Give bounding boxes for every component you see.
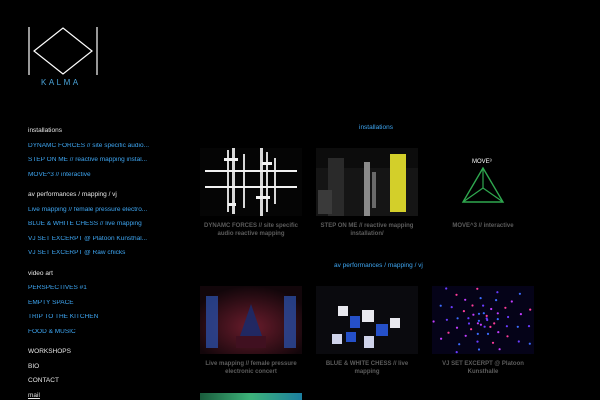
- sidebar-section-av: av performances / mapping / vj: [28, 191, 117, 198]
- sidebar-item-vj-platoon[interactable]: VJ SET EXCERPT @ Platoon Kunsthal...: [28, 236, 178, 243]
- sidebar-item-blue-white-chess[interactable]: BLUE & WHITE CHESS // live mapping: [28, 221, 178, 228]
- tile-caption[interactable]: STEP ON ME // reactive mapping installat…: [316, 222, 418, 238]
- thumbnail-move3[interactable]: MOVE³: [432, 148, 534, 216]
- partial-thumbnail[interactable]: [200, 393, 302, 400]
- sidebar-item-trip-kitchen[interactable]: TRIP TO THE KITCHEN: [28, 314, 178, 321]
- installations-heading: installations: [359, 124, 393, 131]
- sidebar-item-food-music[interactable]: FOOD & MUSIC: [28, 329, 178, 336]
- installation-tile[interactable]: DYNAMC FORCES // site specific audio rea…: [200, 148, 302, 238]
- sidebar-item-dynamic-forces[interactable]: DYNAMC FORCES // site specific audio...: [28, 143, 178, 150]
- sidebar-item-empty-space[interactable]: EMPTY SPACE: [28, 300, 178, 307]
- sidebar-item-workshops[interactable]: WORKSHOPS: [28, 348, 178, 356]
- sidebar-item-perspectives[interactable]: PERSPECTIVES #1: [28, 285, 178, 292]
- thumbnail-step-on-me[interactable]: [316, 148, 418, 216]
- tile-caption[interactable]: MOVE^3 // interactive: [432, 222, 534, 230]
- av-tile[interactable]: Live mapping // female pressure electron…: [200, 286, 302, 376]
- sidebar-nav: installations DYNAMC FORCES // site spec…: [28, 127, 178, 400]
- sidebar-item-contact[interactable]: CONTACT: [28, 377, 178, 385]
- brand-name: KALMA: [41, 78, 81, 87]
- thumbnail-dynamic-forces[interactable]: [200, 148, 302, 216]
- av-tile[interactable]: BLUE & WHITE CHESS // live mapping: [316, 286, 418, 376]
- sidebar-section-video-art: video art: [28, 269, 53, 277]
- av-heading: av performances / mapping / vj: [334, 262, 423, 269]
- move3-label: MOVE³: [472, 159, 492, 165]
- tile-caption[interactable]: DYNAMC FORCES // site specific audio rea…: [200, 222, 302, 238]
- av-tile[interactable]: VJ SET EXCERPT @ Platoon Kunsthalle: [432, 286, 534, 376]
- thumbnail-vj-platoon[interactable]: [432, 286, 534, 354]
- sidebar-item-step-on-me[interactable]: STEP ON ME // reactive mapping instal...: [28, 157, 178, 164]
- thumbnail-live-mapping[interactable]: [200, 286, 302, 354]
- sidebar-item-mail[interactable]: mail: [28, 392, 178, 400]
- sidebar-item-live-mapping[interactable]: Live mapping // female pressure electro.…: [28, 207, 178, 214]
- installation-tile[interactable]: MOVE³ MOVE^3 // interactive: [432, 148, 534, 230]
- tile-caption[interactable]: Live mapping // female pressure electron…: [200, 360, 302, 376]
- sidebar-section-installations: installations: [28, 127, 62, 134]
- kalma-logo[interactable]: [28, 26, 98, 76]
- sidebar-item-move3[interactable]: MOVE^3 // interactive: [28, 172, 178, 179]
- sidebar-item-bio[interactable]: BIO: [28, 363, 178, 371]
- sidebar-item-vj-raw-chicks[interactable]: VJ SET EXCERPT @ Raw chicks: [28, 250, 178, 257]
- tile-caption[interactable]: VJ SET EXCERPT @ Platoon Kunsthalle: [432, 360, 534, 376]
- kalma-logo-mark-icon: [28, 27, 98, 75]
- tile-caption[interactable]: BLUE & WHITE CHESS // live mapping: [316, 360, 418, 376]
- thumbnail-blue-white-chess[interactable]: [316, 286, 418, 354]
- installation-tile[interactable]: STEP ON ME // reactive mapping installat…: [316, 148, 418, 238]
